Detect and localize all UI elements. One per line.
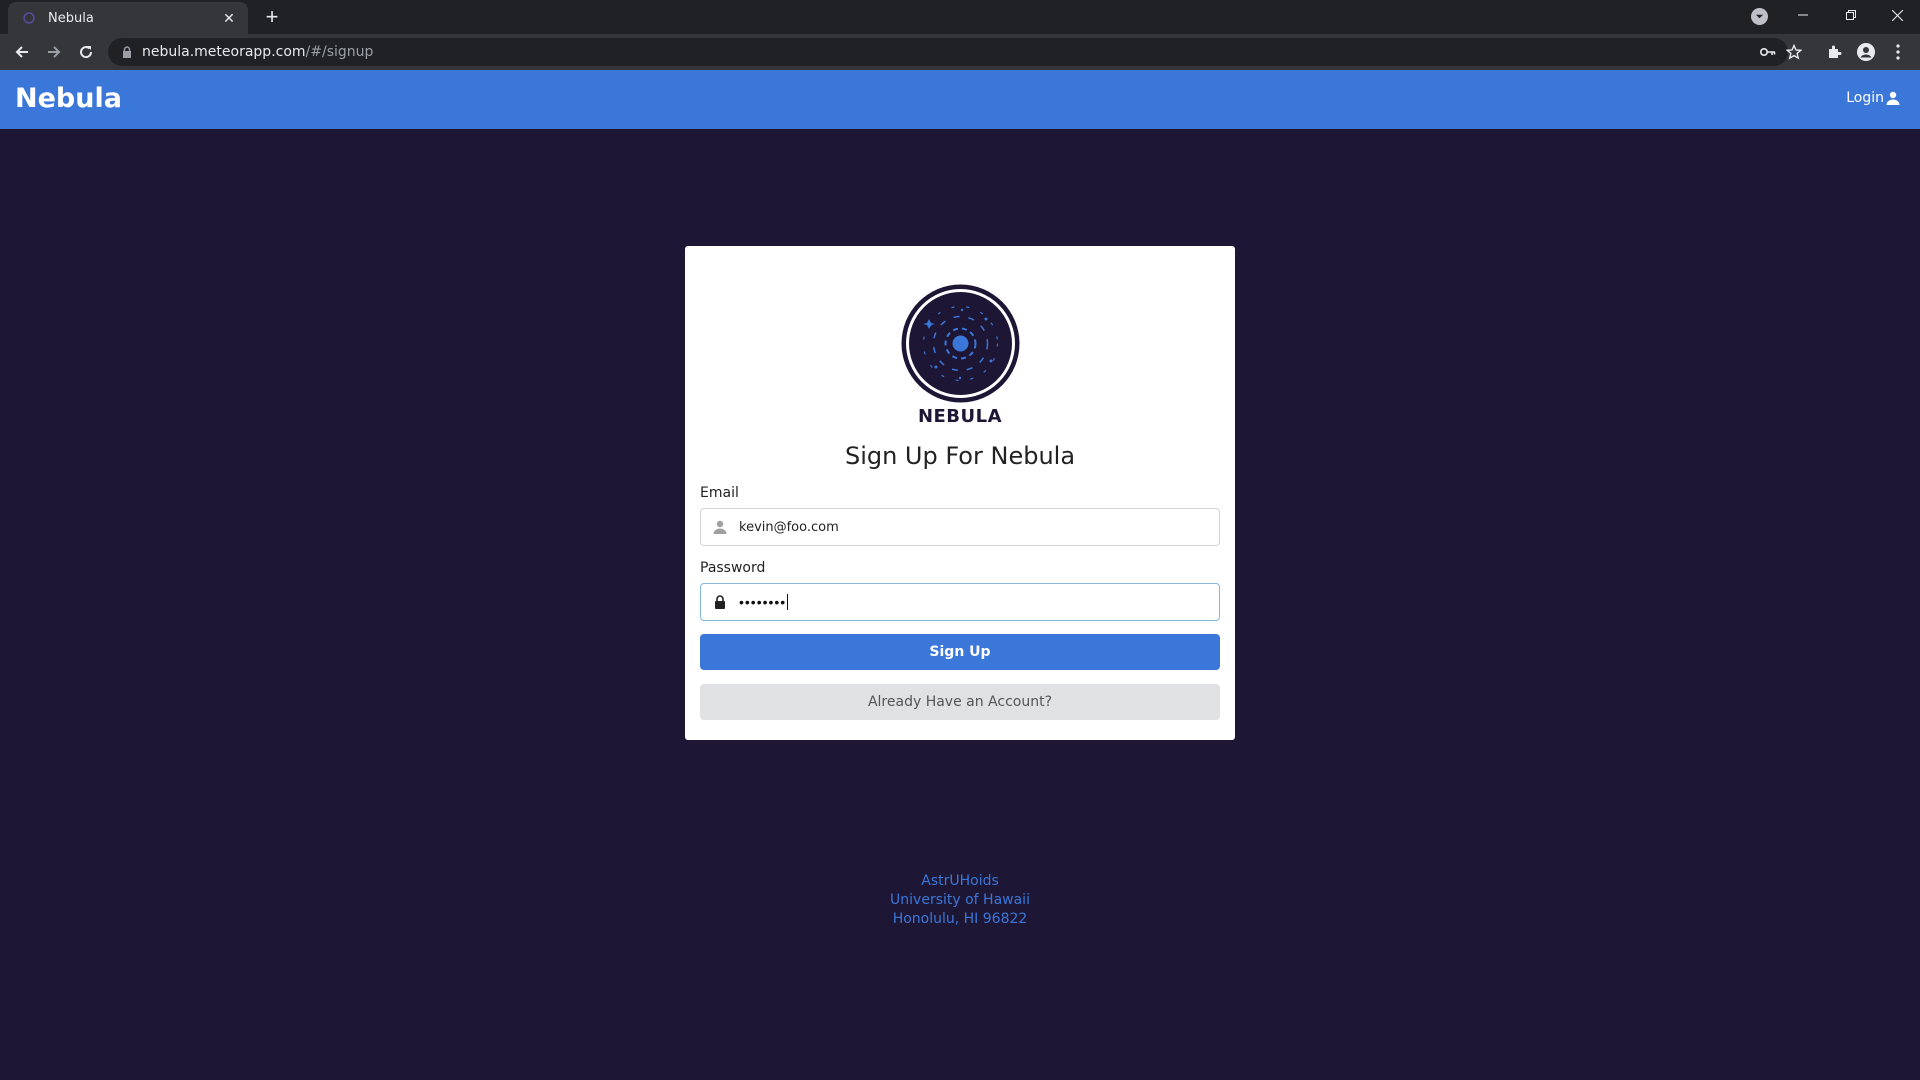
password-label: Password xyxy=(700,560,766,576)
signup-button[interactable]: Sign Up xyxy=(700,634,1220,670)
footer-org: AstrUHoids xyxy=(921,873,999,889)
nebula-favicon-icon xyxy=(22,11,36,25)
password-value: •••••••• xyxy=(739,594,787,610)
text-caret xyxy=(787,594,789,610)
extensions-icon[interactable] xyxy=(1822,40,1846,64)
browser-menu-icon[interactable] xyxy=(1886,40,1910,64)
page-title: Sign Up For Nebula xyxy=(844,442,1076,470)
logo-wordmark: NEBULA xyxy=(917,406,1003,427)
login-label: Login xyxy=(1846,90,1884,106)
nebula-logo-icon xyxy=(900,283,1021,404)
login-menu[interactable]: Login xyxy=(1846,90,1900,106)
close-window-icon[interactable] xyxy=(1874,0,1920,30)
password-field[interactable]: •••••••• xyxy=(700,583,1220,621)
new-tab-icon[interactable]: + xyxy=(260,6,284,30)
brand-link[interactable]: Nebula xyxy=(15,83,122,114)
browser-tabstrip: Nebula ✕ + xyxy=(0,0,1920,34)
bookmark-star-icon[interactable] xyxy=(1782,40,1806,64)
url-host: nebula.meteorapp.com xyxy=(142,44,306,60)
have-account-button[interactable]: Already Have an Account? xyxy=(700,684,1220,720)
tab-title: Nebula xyxy=(48,10,94,26)
minimize-icon[interactable] xyxy=(1780,0,1826,30)
footer: AstrUHoids University of Hawaii Honolulu… xyxy=(0,872,1920,929)
profile-icon[interactable] xyxy=(1854,40,1878,64)
tab-search-icon[interactable] xyxy=(1751,8,1768,25)
restore-icon[interactable] xyxy=(1828,0,1874,30)
app-navbar: Nebula Login xyxy=(0,70,1920,129)
user-icon xyxy=(1886,91,1900,105)
lock-icon xyxy=(701,584,739,620)
reload-icon[interactable] xyxy=(72,38,100,66)
email-value: kevin@foo.com xyxy=(739,519,839,535)
footer-university: University of Hawaii xyxy=(890,892,1030,908)
signup-card: NEBULA Sign Up For Nebula Email kevin@fo… xyxy=(685,246,1235,740)
browser-toolbar: nebula.meteorapp.com/#/signup xyxy=(0,34,1920,70)
email-label: Email xyxy=(700,485,739,501)
close-tab-icon[interactable]: ✕ xyxy=(220,9,238,27)
key-icon[interactable] xyxy=(1758,42,1778,62)
url-path: /#/signup xyxy=(305,44,374,60)
email-field[interactable]: kevin@foo.com xyxy=(700,508,1220,546)
browser-tab[interactable]: Nebula ✕ xyxy=(8,2,248,34)
lock-icon[interactable] xyxy=(122,46,132,58)
back-icon[interactable] xyxy=(8,38,36,66)
footer-address: Honolulu, HI 96822 xyxy=(892,911,1028,927)
forward-icon[interactable] xyxy=(40,38,68,66)
address-bar[interactable]: nebula.meteorapp.com/#/signup xyxy=(108,38,1788,66)
user-icon xyxy=(701,509,739,545)
